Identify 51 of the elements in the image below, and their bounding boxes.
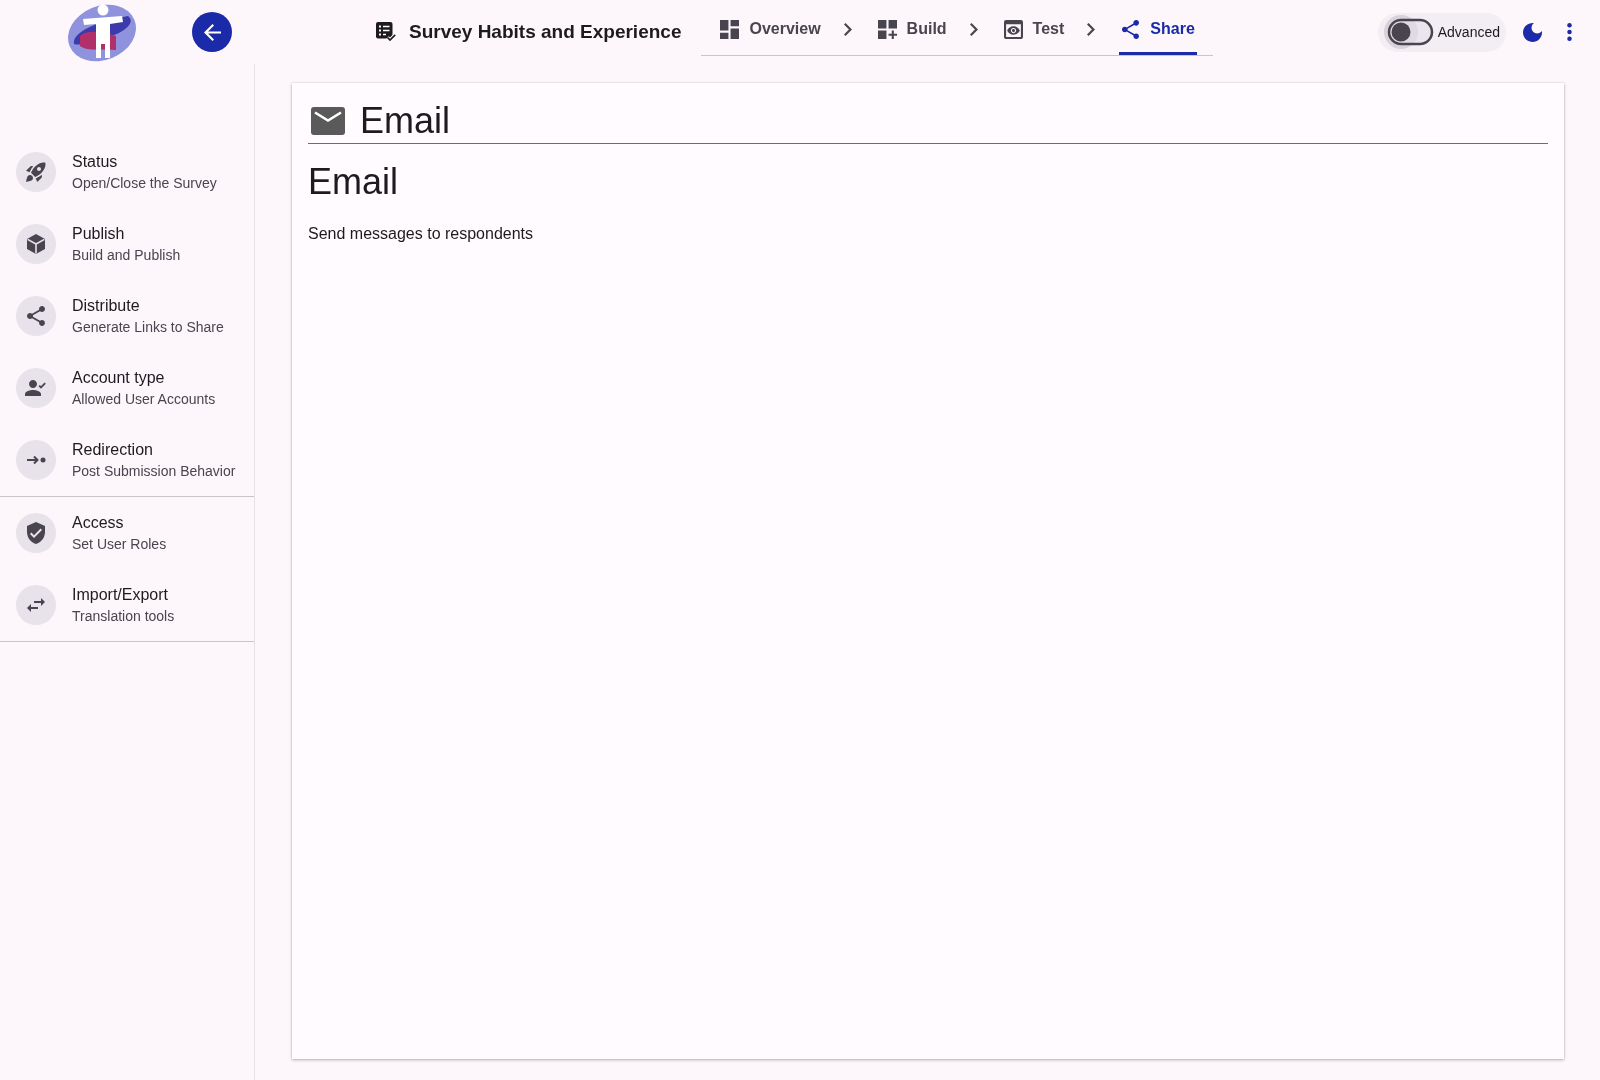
item-subtitle: Post Submission Behavior: [72, 462, 236, 481]
share-icon: [1121, 19, 1141, 39]
survey-title: Survey Habits and Experience: [409, 21, 682, 43]
person-check-icon: [16, 368, 56, 408]
arrow-dot-icon: [16, 440, 56, 480]
toggle-label: Advanced: [1437, 24, 1500, 40]
item-subtitle: Set User Roles: [72, 535, 167, 554]
tab[interactable]: Build: [875, 0, 949, 55]
preview-eye-icon: [1003, 19, 1023, 39]
item-title: Distribute: [72, 296, 141, 316]
item-subtitle: Translation tools: [72, 607, 175, 626]
checklist-icon: [376, 22, 396, 42]
toggle-switch[interactable]: [1383, 15, 1434, 49]
mail-icon: [311, 107, 345, 135]
rocket-icon: [16, 152, 56, 192]
item-title: Redirection: [72, 440, 154, 460]
item-subtitle: Generate Links to Share: [72, 318, 224, 337]
tab[interactable]: Overview: [718, 0, 823, 55]
item-title: Import/Export: [72, 585, 170, 605]
back-button[interactable]: [192, 12, 232, 52]
shield-check-icon: [16, 513, 56, 553]
tab[interactable]: Share: [1119, 0, 1197, 55]
item-title: Publish: [72, 224, 126, 244]
moon-icon[interactable]: [1523, 22, 1542, 42]
chevron-right-icon: [1087, 23, 1096, 36]
item-subtitle: Build and Publish: [72, 246, 181, 265]
chevron-right-icon: [969, 23, 978, 36]
sidebar-item[interactable]: Publish Build and Publish: [0, 208, 254, 280]
sidebar-item[interactable]: Redirection Post Submission Behavior: [0, 424, 254, 496]
item-subtitle: Open/Close the Survey: [72, 174, 217, 193]
section-description: Send messages to respondents: [308, 224, 535, 244]
tab[interactable]: Test: [1001, 0, 1067, 55]
card-title: Email: [360, 100, 451, 142]
dashboard-icon: [720, 19, 740, 39]
sidebar-item[interactable]: Status Open/Close the Survey: [0, 136, 254, 208]
item-title: Account type: [72, 368, 166, 388]
swap-arrows-icon: [16, 585, 56, 625]
section-heading: Email: [308, 160, 400, 204]
cube-icon: [16, 224, 56, 264]
item-subtitle: Allowed User Accounts: [72, 390, 216, 409]
sidebar-item[interactable]: Distribute Generate Links to Share: [0, 280, 254, 352]
chevron-right-icon: [843, 23, 852, 36]
sidebar-item[interactable]: Import/Export Translation tools: [0, 569, 254, 641]
more-options-icon[interactable]: [1567, 23, 1572, 41]
arrow-left-icon: [203, 23, 221, 41]
sidebar-item[interactable]: Account type Allowed User Accounts: [0, 352, 254, 424]
sidebar-item[interactable]: Access Set User Roles: [0, 497, 254, 569]
item-title: Status: [72, 152, 119, 172]
dashboard-add-icon: [877, 19, 897, 39]
share-icon: [16, 296, 56, 336]
item-title: Access: [72, 513, 125, 533]
